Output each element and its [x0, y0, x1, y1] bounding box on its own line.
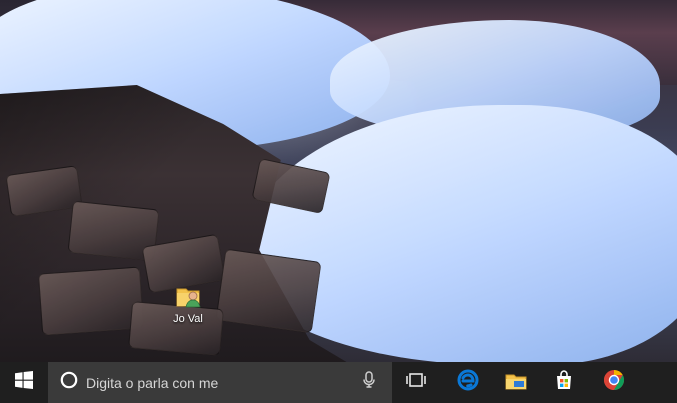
wallpaper-rock [215, 248, 322, 334]
store-icon [553, 369, 575, 396]
wallpaper-rock [37, 266, 145, 336]
start-button[interactable] [0, 362, 48, 403]
desktop-icon-user-folder[interactable]: Jo Val [162, 281, 214, 333]
taskbar: Digita o parla con me [0, 362, 677, 403]
cortana-ring-icon [59, 370, 79, 395]
search-box[interactable]: Digita o parla con me [48, 362, 392, 403]
microphone-button[interactable] [354, 362, 384, 403]
task-view-icon [405, 371, 427, 394]
pinned-chrome[interactable] [590, 362, 638, 403]
desktop-wallpaper: Jo Val [0, 0, 677, 362]
microphone-icon [361, 371, 377, 394]
desktop-icon-label: Jo Val [173, 313, 203, 325]
chrome-icon [602, 368, 626, 397]
user-folder-icon [162, 281, 214, 311]
pinned-file-explorer[interactable] [492, 362, 540, 403]
search-placeholder: Digita o parla con me [86, 374, 219, 391]
task-view-button[interactable] [392, 362, 440, 403]
windows-logo-icon [15, 371, 33, 394]
file-explorer-icon [504, 369, 528, 396]
edge-icon [457, 369, 479, 396]
pinned-edge[interactable] [444, 362, 492, 403]
cortana-button[interactable] [54, 362, 84, 403]
pinned-store[interactable] [540, 362, 588, 403]
